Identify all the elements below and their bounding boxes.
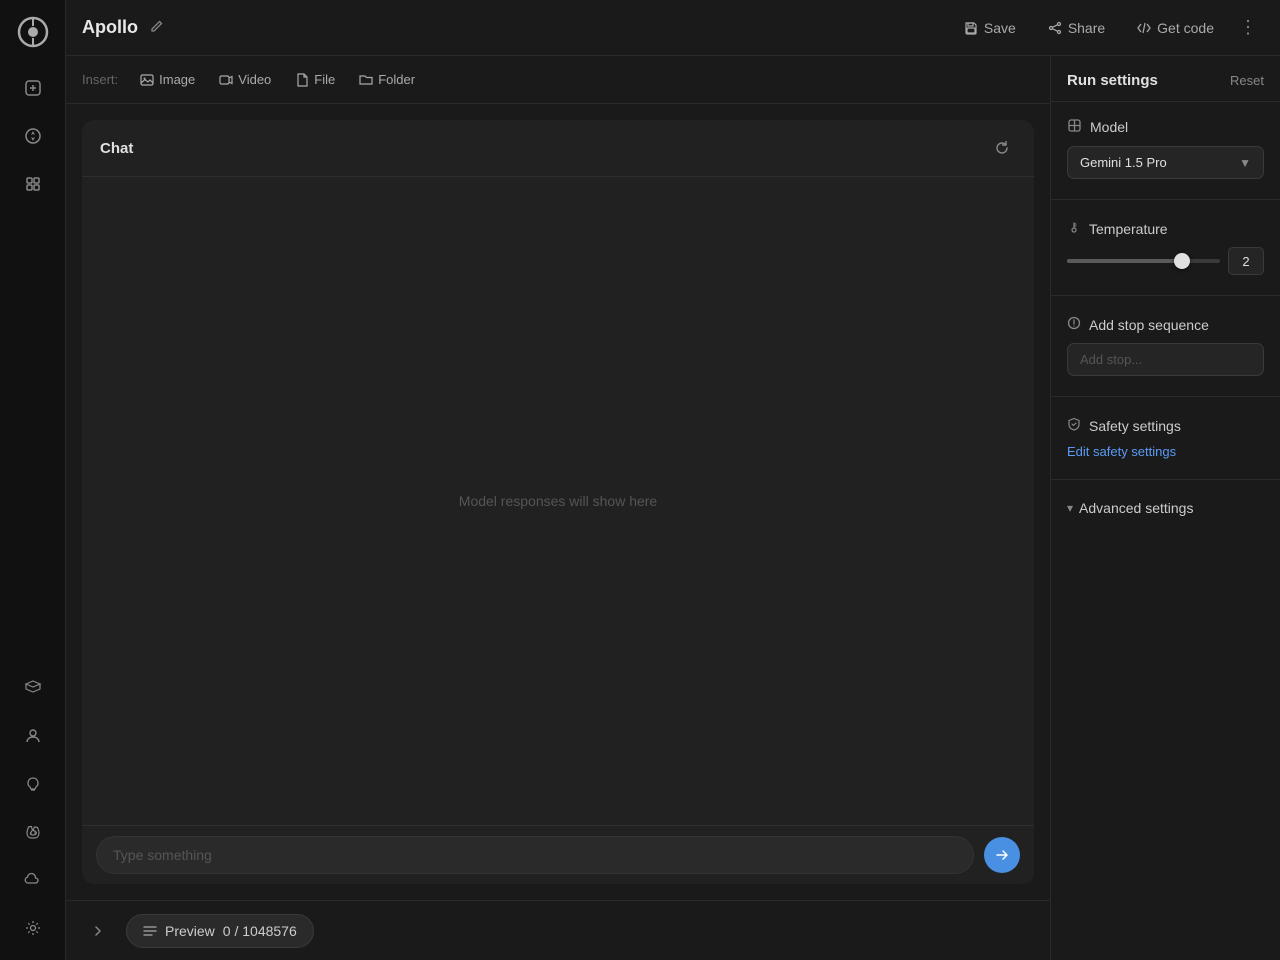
sidebar-item-explore[interactable] xyxy=(13,116,53,156)
temperature-section: Temperature 2 xyxy=(1067,220,1264,275)
run-settings-header: Run settings Reset xyxy=(1051,56,1280,102)
model-select[interactable]: Gemini 1.5 Pro ▼ xyxy=(1067,146,1264,179)
sidebar-item-ideas[interactable] xyxy=(13,764,53,804)
reset-button[interactable]: Reset xyxy=(1230,73,1264,88)
stop-sequence-section: Add stop sequence xyxy=(1067,316,1264,376)
temperature-header: Temperature xyxy=(1067,220,1264,237)
edit-safety-link[interactable]: Edit safety settings xyxy=(1067,444,1264,459)
model-selected-value: Gemini 1.5 Pro xyxy=(1080,155,1167,170)
insert-image-button[interactable]: Image xyxy=(130,67,205,92)
temperature-icon xyxy=(1067,220,1081,237)
app-logo[interactable] xyxy=(13,12,53,52)
settings-body: Model Gemini 1.5 Pro ▼ xyxy=(1051,102,1280,960)
expand-sidebar-button[interactable] xyxy=(82,915,114,947)
chat-title: Chat xyxy=(100,140,133,157)
advanced-settings-row[interactable]: ▾ Advanced settings xyxy=(1067,500,1264,516)
preview-label: Preview xyxy=(165,923,215,939)
chat-panel: Chat Model responses will show here xyxy=(82,120,1034,884)
divider-1 xyxy=(1051,199,1280,200)
edit-title-icon[interactable] xyxy=(150,19,164,36)
advanced-settings-label: Advanced settings xyxy=(1079,500,1193,516)
save-button[interactable]: Save xyxy=(950,14,1030,42)
advanced-chevron-icon: ▾ xyxy=(1067,501,1073,515)
chat-empty-state: Model responses will show here xyxy=(82,177,1034,825)
chat-input[interactable] xyxy=(96,836,974,874)
page-title: Apollo xyxy=(82,17,138,38)
safety-section: Safety settings Edit safety settings xyxy=(1067,417,1264,459)
right-panel: Run settings Reset Model xyxy=(1050,56,1280,960)
chat-send-button[interactable] xyxy=(984,837,1020,873)
prompt-area: Insert: Image Video xyxy=(66,56,1050,960)
chat-header: Chat xyxy=(82,120,1034,177)
sidebar-item-learn[interactable] xyxy=(13,668,53,708)
token-count: 0 / 1048576 xyxy=(223,923,297,939)
model-icon xyxy=(1067,118,1082,136)
sidebar-item-add[interactable] xyxy=(13,68,53,108)
content-area: Insert: Image Video xyxy=(66,56,1280,960)
temperature-row: 2 xyxy=(1067,247,1264,275)
model-dropdown-arrow: ▼ xyxy=(1239,156,1251,170)
sidebar-item-discord[interactable] xyxy=(13,812,53,852)
sidebar-item-settings[interactable] xyxy=(13,908,53,948)
divider-3 xyxy=(1051,396,1280,397)
insert-toolbar: Insert: Image Video xyxy=(66,56,1050,104)
main-container: Apollo Save xyxy=(66,0,1280,960)
topbar: Apollo Save xyxy=(66,0,1280,56)
insert-label: Insert: xyxy=(82,72,118,87)
sidebar-item-cloud[interactable] xyxy=(13,860,53,900)
temperature-label: Temperature xyxy=(1089,221,1168,237)
divider-2 xyxy=(1051,295,1280,296)
model-label: Model xyxy=(1090,119,1128,135)
insert-folder-button[interactable]: Folder xyxy=(349,67,425,92)
get-code-button[interactable]: Get code xyxy=(1123,14,1228,42)
safety-icon xyxy=(1067,417,1081,434)
chat-input-area xyxy=(82,825,1034,884)
more-options-button[interactable]: ⋮ xyxy=(1232,12,1264,44)
stop-sequence-icon xyxy=(1067,316,1081,333)
temperature-value: 2 xyxy=(1228,247,1264,275)
sidebar-bottom xyxy=(13,668,53,948)
status-bar: Preview 0 / 1048576 xyxy=(66,900,1050,960)
preview-button[interactable]: Preview 0 / 1048576 xyxy=(126,914,314,948)
safety-label: Safety settings xyxy=(1089,418,1181,434)
topbar-actions: Save Share Get code xyxy=(950,12,1264,44)
temperature-slider-track xyxy=(1067,259,1220,263)
safety-header: Safety settings xyxy=(1067,417,1264,434)
insert-file-button[interactable]: File xyxy=(285,67,345,92)
model-header: Model xyxy=(1067,118,1264,136)
refresh-chat-button[interactable] xyxy=(988,134,1016,162)
temperature-slider-thumb[interactable] xyxy=(1174,253,1190,269)
sidebar-item-people[interactable] xyxy=(13,716,53,756)
divider-4 xyxy=(1051,479,1280,480)
stop-sequence-header: Add stop sequence xyxy=(1067,316,1264,333)
sidebar-item-build[interactable] xyxy=(13,164,53,204)
run-settings-title: Run settings xyxy=(1067,72,1158,89)
temperature-slider-fill xyxy=(1067,259,1182,263)
insert-video-button[interactable]: Video xyxy=(209,67,281,92)
stop-sequence-input[interactable] xyxy=(1067,343,1264,376)
stop-sequence-label: Add stop sequence xyxy=(1089,317,1209,333)
model-section: Model Gemini 1.5 Pro ▼ xyxy=(1067,118,1264,179)
temperature-slider-wrap xyxy=(1067,251,1220,271)
sidebar xyxy=(0,0,66,960)
share-button[interactable]: Share xyxy=(1034,14,1119,42)
